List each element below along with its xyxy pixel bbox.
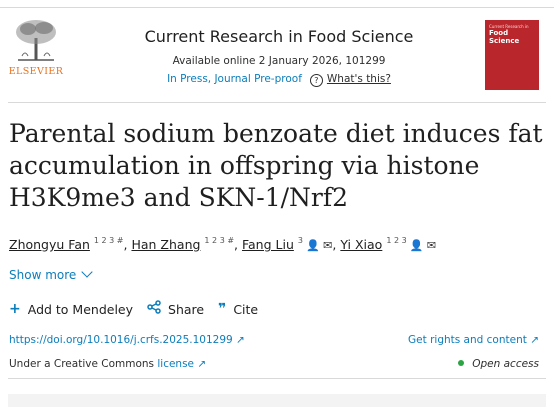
journal-cover-image[interactable]: Current Research in Food Science (485, 20, 539, 90)
content-divider (8, 378, 546, 379)
chevron-down-icon (81, 266, 93, 278)
elsevier-tree-icon (10, 18, 62, 62)
share-button[interactable]: Share (147, 300, 204, 318)
author-person-mail-icons-xiao[interactable]: 👤 ✉ (410, 239, 436, 252)
author-link-xiao[interactable]: Yi Xiao (340, 237, 382, 252)
doi-link[interactable]: https://doi.org/10.1016/j.crfs.2025.1012… (9, 334, 245, 346)
share-icon (147, 300, 161, 318)
cite-label: Cite (233, 301, 259, 317)
header-divider (8, 102, 546, 103)
elsevier-wordmark: ELSEVIER (8, 66, 64, 77)
author-link-liu[interactable]: Fang Liu (242, 237, 294, 252)
author-affiliation-zhang[interactable]: 1 2 3 # (204, 236, 234, 245)
elsevier-logo[interactable]: ELSEVIER (8, 16, 64, 78)
share-label: Share (168, 301, 205, 317)
open-access-badge: Open access (458, 358, 539, 370)
show-more-label: Show more (9, 268, 77, 282)
article-title: Parental sodium benzoate diet induces fa… (9, 119, 543, 212)
quote-icon: ❞ (218, 301, 227, 317)
license-prefix: Under a Creative Commons (9, 358, 158, 370)
author-link-zhang[interactable]: Han Zhang (131, 237, 200, 252)
cite-button[interactable]: ❞ Cite (218, 301, 258, 317)
publication-status: In Press, Journal Pre-proof? What's this? (80, 72, 478, 87)
question-circle-icon: ? (309, 74, 323, 87)
whats-this-link[interactable]: What's this? (327, 73, 391, 85)
open-access-dot-icon (458, 360, 465, 366)
journal-header: Current Research in Food Science Availab… (80, 27, 478, 87)
available-online-date: Available online 2 January 2026, 101299 (172, 55, 386, 67)
add-to-mendeley-label: Add to Mendeley (27, 301, 134, 317)
plus-icon: + (9, 301, 21, 317)
cover-title-text: Food Science (489, 29, 520, 45)
rights-and-content-link[interactable]: Get rights and content ↗ (408, 334, 539, 346)
author-affiliation-xiao[interactable]: 1 2 3 (386, 236, 406, 245)
journal-title-link[interactable]: Current Research in Food Science (80, 27, 478, 47)
author-person-mail-icons-liu[interactable]: 👤 ✉ (306, 239, 332, 252)
author-affiliation-liu[interactable]: 3 (298, 236, 303, 245)
author-affiliation-fan[interactable]: 1 2 3 # (94, 236, 124, 245)
open-access-label: Open access (472, 358, 539, 370)
license-link[interactable]: license ↗ (157, 358, 206, 370)
top-border (0, 7, 554, 8)
author-list: Zhongyu Fan 1 2 3 #, Han Zhang 1 2 3 #, … (9, 236, 437, 252)
article-actions-bar: + Add to Mendeley Share ❞ Cite (9, 300, 272, 318)
show-more-button[interactable]: Show more (9, 266, 93, 282)
license-statement: Under a Creative Commons license ↗ (9, 358, 206, 370)
add-to-mendeley-button[interactable]: + Add to Mendeley (9, 301, 133, 317)
status-text: In Press, Journal Pre-proof (167, 73, 302, 85)
author-link-fan[interactable]: Zhongyu Fan (9, 237, 90, 252)
highlights-panel (8, 394, 546, 407)
